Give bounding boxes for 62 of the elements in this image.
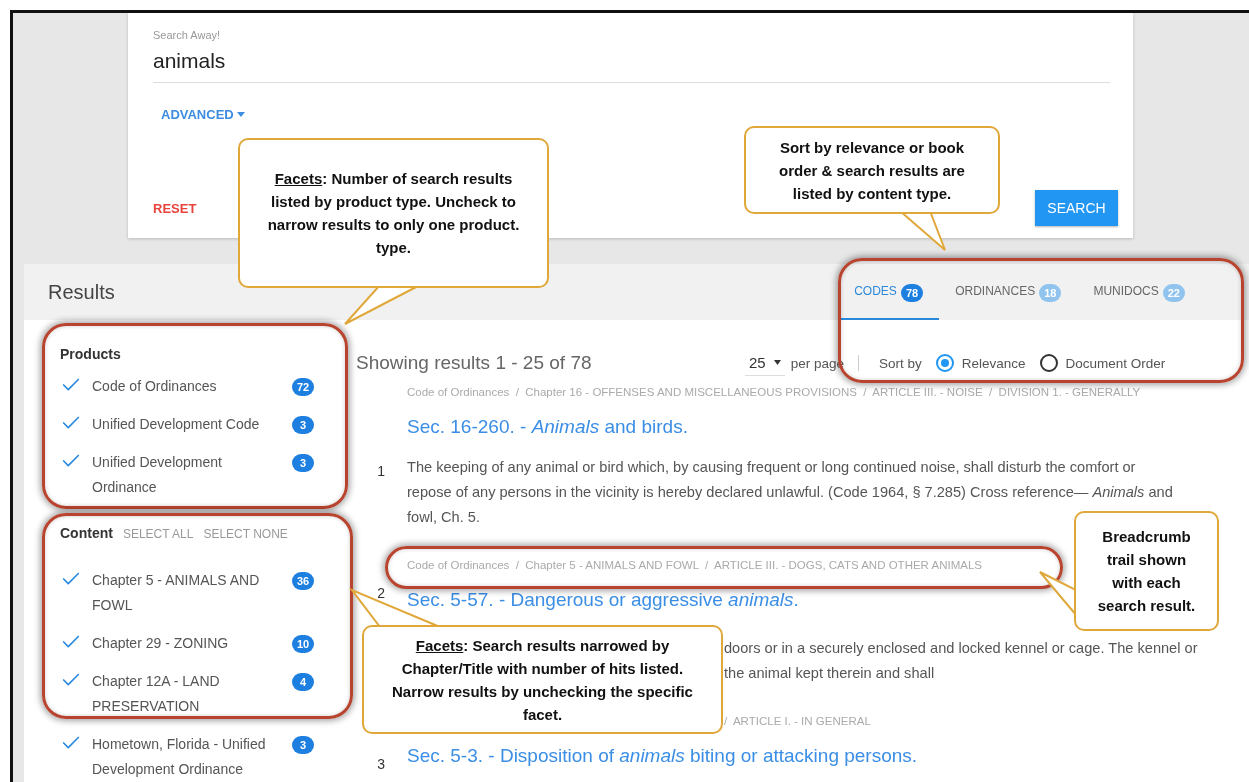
tab[interactable]: ORDINANCES 18 (939, 264, 1078, 320)
select-all-link[interactable]: SELECT ALL (122, 527, 194, 541)
breadcrumb: / ARTICLE I. - IN GENERAL (724, 714, 871, 729)
breadcrumb: Code of Ordinances / Chapter 5 - ANIMALS AND FOWL / ARTICLE III. - DOGS, CATS AND OTHER ANIMALS (407, 558, 982, 573)
facet-label: Unified Development Code (92, 415, 261, 434)
callout-text: Breadcrumb trail shown with each search result. (1096, 527, 1197, 616)
callout-text: Facets: Search results narrowed by Chapter/Title with number of hits listed. Narrow results by unchecking the specific facet. (391, 635, 694, 725)
facet-item[interactable]: Chapter 5 - ANIMALS AND FOWL 36 (60, 568, 356, 618)
facet-heading: Content (60, 525, 113, 541)
facet-label: Chapter 5 - ANIMALS AND FOWL (92, 571, 261, 615)
tab[interactable]: CODES 78 (838, 264, 940, 320)
result-number: 3 (376, 756, 386, 772)
radio-button[interactable] (935, 354, 954, 372)
result-title-link[interactable]: Sec. 5-3. - Disposition of animals biting or attacking persons. (407, 744, 918, 768)
search-field[interactable]: animals (153, 41, 1110, 83)
caret-icon (236, 112, 245, 117)
facet-item[interactable]: Code of Ordinances 72 (60, 374, 356, 399)
result-number: 1 (376, 462, 386, 479)
facet-item[interactable]: Hometown, Florida - Unified Development Ordinance 3 (60, 732, 356, 782)
facet-label: Chapter 29 - ZONING (92, 634, 230, 653)
tab[interactable]: MUNIDOCS 22 (1077, 264, 1201, 320)
count-badge: 4 (292, 673, 314, 691)
facet-item[interactable]: Unified Development Ordinance 3 (60, 450, 356, 500)
per-page-select[interactable]: 25 (745, 350, 785, 376)
search-label: Search Away! (153, 29, 222, 41)
count-badge: 10 (292, 635, 315, 653)
facet-label: Chapter 12A - LAND PRESERVATION (92, 672, 221, 716)
search-button[interactable]: SEARCH (1035, 190, 1118, 226)
radio-button[interactable] (1039, 354, 1058, 372)
count-badge: 72 (292, 378, 315, 396)
result-title-link[interactable]: Sec. 16-260. - Animals and birds. (407, 415, 688, 439)
select-none-link[interactable]: SELECT NONE (203, 527, 288, 541)
result-snippet: the animal kept therein and shall (724, 664, 936, 683)
facet-heading: Products (60, 346, 121, 362)
result-snippet: The keeping of any animal or bird which, by causing frequent or long continued noise, shall disturb the comfort or repose of any persons in the vicinity is hereby declared unlawful. (Code 1964, § 7.285) Cross reference— Animals and fowl, Ch. 5. (407, 458, 1174, 527)
radio-label: Relevance (961, 355, 1026, 371)
count-badge: 3 (292, 416, 314, 434)
facet-label: Hometown, Florida - Unified Development Ordinance (92, 735, 267, 779)
reset-link[interactable]: RESET (153, 200, 197, 216)
count-badge: 3 (292, 736, 314, 754)
result-number: 2 (376, 584, 386, 601)
facet-label: Code of Ordinances (92, 377, 218, 396)
sort-label: Sort by (879, 355, 922, 371)
facet-item[interactable]: Chapter 29 - ZONING 10 (60, 631, 356, 656)
callout-text: Sort by relevance or book order & search results are listed by content type. (778, 137, 966, 204)
result-title-link[interactable]: Sec. 5-57. - Dangerous or aggressive animals. (407, 588, 799, 612)
result-snippet: doors or in a securely enclosed and locked kennel or cage. The kennel or (724, 639, 1198, 658)
breadcrumb: Code of Ordinances / Chapter 16 - OFFENSES AND MISCELLANEOUS PROVISIONS / ARTICLE III. - NOISE / DIVISION 1. - GENERALLY (407, 385, 1141, 400)
results-summary: Showing results 1 - 25 of 78 (356, 352, 593, 374)
count-badge: 3 (292, 454, 314, 472)
count-badge: 78 (900, 284, 924, 302)
results-title: Results (48, 280, 115, 304)
facet-label: Unified Development Ordinance (92, 453, 223, 497)
facet-item[interactable]: Chapter 12A - LAND PRESERVATION 4 (60, 669, 356, 719)
count-badge: 18 (1039, 284, 1062, 302)
callout-text: Facets: Number of search results listed by product type. Uncheck to narrow results to only one product. type. (266, 169, 521, 258)
facet-item[interactable]: Unified Development Code 3 (60, 412, 356, 437)
radio-label: Document Order (1065, 355, 1166, 371)
count-badge: 36 (292, 572, 315, 590)
advanced-link[interactable]: ADVANCED (161, 107, 1118, 122)
caret-icon (773, 360, 781, 365)
count-badge: 22 (1162, 284, 1185, 302)
